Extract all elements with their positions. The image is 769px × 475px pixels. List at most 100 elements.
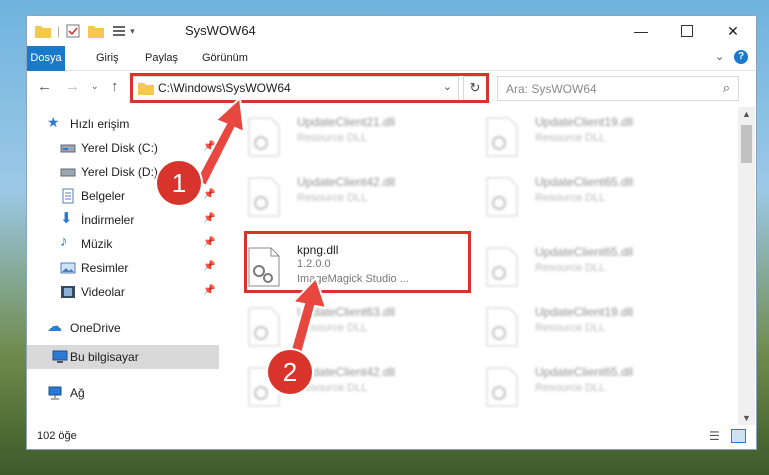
scrollbar-thumb[interactable] (741, 125, 752, 163)
quick-access-toolbar: | ▾ (35, 22, 135, 40)
search-icon: ⌕ (722, 80, 730, 95)
file-name: UpdateClient65.dll (535, 175, 634, 189)
sidebar-item-onedrive[interactable]: ☁ OneDrive (27, 316, 219, 340)
maximize-icon (681, 25, 693, 37)
file-name: UpdateClient42.dll (297, 175, 396, 189)
pin-icon[interactable]: 📌 (203, 285, 215, 296)
status-bar: 102 öğe ☰ (27, 425, 756, 449)
cloud-icon: ☁ (47, 318, 62, 335)
search-input[interactable]: Ara: SysWOW64 (506, 82, 597, 96)
customize-dropdown-icon[interactable]: ▾ (130, 26, 135, 37)
sidebar-item-this-pc[interactable]: Bu bilgisayar (27, 345, 219, 369)
sidebar-item-videos[interactable]: Videolar 📌 (27, 280, 219, 304)
help-icon[interactable]: ? (734, 50, 748, 64)
tab-share[interactable]: Paylaş (135, 46, 188, 70)
pin-icon[interactable]: 📌 (203, 237, 215, 248)
sidebar-item-music[interactable]: ♪ Müzik 📌 (27, 232, 219, 256)
file-description: Resource DLL (535, 192, 606, 204)
explorer-window: | ▾ SysWOW64 — ✕ Dosya Giriş Paylaş Görü… (27, 16, 756, 449)
file-item[interactable]: UpdateClient65.dll Resource DLL (475, 167, 705, 221)
file-description: Resource DLL (297, 132, 368, 144)
step-2-badge: 2 (268, 350, 312, 394)
item-count: 102 öğe (37, 430, 77, 442)
expand-ribbon-icon[interactable]: ⌄ (715, 50, 724, 63)
ribbon: Dosya Giriş Paylaş Görünüm ⌄ ? (27, 46, 756, 100)
close-button[interactable]: ✕ (710, 16, 756, 46)
sidebar-item-label: Ağ (70, 386, 85, 400)
sidebar-item-label: Belgeler (81, 189, 126, 203)
file-description: Resource DLL (297, 192, 368, 204)
dll-file-icon (486, 367, 518, 407)
download-icon: ⬇ (60, 210, 73, 227)
file-item[interactable]: UpdateClient65.dll Resource DLL (475, 357, 705, 411)
separator: | (57, 24, 61, 38)
forward-button[interactable]: → (65, 78, 80, 95)
music-icon: ♪ (60, 233, 68, 250)
sidebar-item-label: İndirmeler (81, 213, 135, 227)
properties-icon[interactable] (66, 24, 80, 38)
file-name: UpdateClient65.dll (535, 365, 634, 379)
file-description: Resource DLL (535, 322, 606, 334)
file-item[interactable]: UpdateClient19.dll Resource DLL (475, 107, 705, 161)
file-item[interactable]: UpdateClient65.dll Resource DLL (475, 237, 705, 291)
sidebar-item-network[interactable]: Ağ (27, 381, 219, 405)
sidebar-item-label: Yerel Disk (D:) (81, 165, 158, 179)
computer-icon (52, 349, 68, 365)
details-view-icon[interactable]: ☰ (709, 429, 720, 443)
minimize-icon: — (634, 23, 648, 39)
close-icon: ✕ (727, 22, 739, 39)
search-box[interactable]: Ara: SysWOW64 ⌕ (497, 76, 739, 101)
file-item[interactable]: UpdateClient19.dll Resource DLL (475, 297, 705, 351)
dll-file-icon (248, 307, 280, 347)
pictures-icon (60, 260, 76, 276)
file-item[interactable]: UpdateClient21.dll Resource DLL (237, 107, 467, 161)
file-name: UpdateClient19.dll (535, 305, 634, 319)
dll-file-icon (486, 247, 518, 287)
file-name: UpdateClient19.dll (535, 115, 634, 129)
sidebar-item-label: Videolar (81, 285, 125, 299)
dll-file-icon (486, 117, 518, 157)
view-options-icon[interactable] (112, 24, 126, 38)
file-highlight-box (244, 231, 471, 293)
network-icon (47, 385, 63, 401)
up-button[interactable]: ↑ (111, 78, 119, 95)
sidebar-item-label: Müzik (81, 237, 113, 251)
tab-home[interactable]: Giriş (86, 46, 129, 70)
pin-icon[interactable]: 📌 (203, 261, 215, 272)
drive-icon (60, 164, 76, 180)
file-description: Resource DLL (535, 382, 606, 394)
sidebar-item-downloads[interactable]: ⬇ İndirmeler 📌 (27, 208, 219, 232)
file-item[interactable]: UpdateClient63.dll Resource DLL (237, 297, 467, 351)
window-title: SysWOW64 (185, 23, 256, 38)
file-item[interactable]: UpdateClient42.dll Resource DLL (237, 167, 467, 221)
recent-locations-icon[interactable]: ⌄ (91, 81, 99, 92)
drive-icon (60, 140, 76, 156)
file-description: Resource DLL (535, 132, 606, 144)
scroll-down-icon[interactable]: ▼ (742, 413, 751, 423)
back-button[interactable]: ← (37, 78, 52, 95)
pin-icon[interactable]: 📌 (203, 213, 215, 224)
video-icon (60, 284, 76, 300)
title-bar: | ▾ SysWOW64 — ✕ (27, 16, 756, 46)
sidebar-item-label: Resimler (81, 261, 129, 275)
file-name: UpdateClient21.dll (297, 115, 396, 129)
sidebar-item-label: Yerel Disk (C:) (81, 141, 158, 155)
navigation-bar: ← → ⌄ ↑ C:\Windows\SysWOW64 ⌄ ↻ Ara: Sys… (27, 71, 756, 105)
dll-file-icon (486, 307, 518, 347)
new-folder-icon[interactable] (88, 24, 105, 38)
sidebar-item-pictures[interactable]: Resimler 📌 (27, 256, 219, 280)
large-icons-view-icon[interactable] (731, 429, 746, 443)
scroll-up-icon[interactable]: ▲ (742, 109, 751, 119)
maximize-button[interactable] (664, 16, 710, 46)
file-description: Resource DLL (535, 262, 606, 274)
documents-icon (60, 188, 76, 204)
step-1-badge: 1 (157, 161, 201, 205)
folder-icon (35, 26, 51, 38)
minimize-button[interactable]: — (618, 16, 664, 46)
sidebar-item-label: Bu bilgisayar (70, 350, 139, 364)
file-name: UpdateClient65.dll (535, 245, 634, 259)
sidebar-item-label: OneDrive (70, 321, 121, 335)
vertical-scrollbar[interactable]: ▲ ▼ (738, 107, 755, 425)
tab-view[interactable]: Görünüm (192, 46, 258, 70)
dll-file-icon (486, 177, 518, 217)
